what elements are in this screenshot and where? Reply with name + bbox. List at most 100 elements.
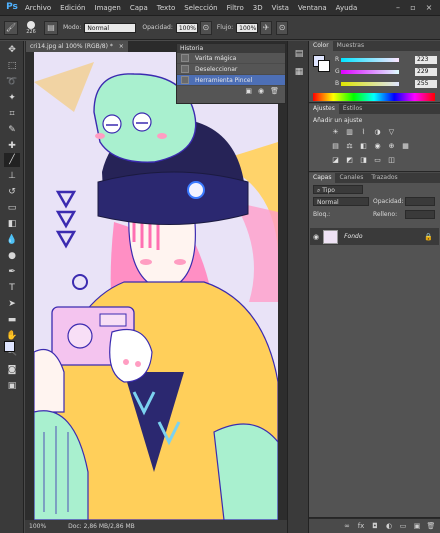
pressure-size-icon[interactable]: ⊙ [276,20,289,35]
dodge-tool-icon[interactable]: ● [4,249,20,263]
black-white-icon[interactable]: ◧ [359,142,368,150]
tab-capas[interactable]: Capas [309,173,336,183]
menu-edicion[interactable]: Edición [60,4,85,12]
layer-visibility-eye-icon[interactable]: ◉ [313,233,319,241]
menu-filtro[interactable]: Filtro [227,4,244,12]
layer-row-fondo[interactable]: ◉ Fondo 🔒 [310,228,439,245]
quick-mask-icon[interactable]: ◙ [4,363,20,377]
magic-wand-tool-icon[interactable]: ✦ [4,91,20,105]
menu-texto[interactable]: Texto [157,4,175,12]
flow-input[interactable]: 100% [236,22,259,33]
maximize-icon[interactable]: ▫ [407,2,419,13]
blue-slider[interactable]: B 255 [335,79,437,88]
menu-ventana[interactable]: Ventana [298,4,327,12]
document-tab[interactable]: cri14.jpg al 100% (RGB/8) * × [26,41,128,52]
color-balance-icon[interactable]: ⚖ [345,142,354,150]
layer-filter-select[interactable]: ⌕ Tipo [313,185,363,194]
screen-mode-icon[interactable]: ▣ [4,379,20,393]
menu-imagen[interactable]: Imagen [95,4,121,12]
brush-panel-toggle-icon[interactable]: ▤ [44,20,58,35]
opacity-input[interactable]: 100% [175,22,198,33]
selective-color-icon[interactable]: ◫ [387,156,396,164]
mode-select[interactable]: Normal [84,22,137,33]
pressure-opacity-icon[interactable]: ⊙ [199,20,212,35]
menu-capa[interactable]: Capa [130,4,148,12]
document-info[interactable]: Doc: 2,86 MB/2,86 MB [68,523,135,530]
new-document-from-state-icon[interactable]: ▣ [245,87,252,95]
crop-tool-icon[interactable]: ⌗ [4,107,20,121]
menu-archivo[interactable]: Archivo [25,4,51,12]
close-tab-icon[interactable]: × [119,43,124,50]
photo-filter-icon[interactable]: ◉ [373,142,382,150]
menu-3d[interactable]: 3D [253,4,263,12]
pen-tool-icon[interactable]: ✒ [4,265,20,279]
color-spectrum-ramp[interactable] [313,93,435,101]
layer-opacity-input[interactable] [405,197,435,206]
tab-muestras[interactable]: Muestras [333,41,368,51]
adjustment-layer-icon[interactable]: ◐ [384,522,394,531]
clone-stamp-tool-icon[interactable]: ⊥ [4,169,20,183]
menu-seleccion[interactable]: Selección [184,4,217,12]
new-layer-icon[interactable]: ▣ [412,522,422,531]
artwork-canvas[interactable] [34,52,278,520]
add-mask-icon[interactable]: ◘ [370,522,380,531]
history-item-selected[interactable]: Herramienta Pincel [177,75,285,86]
history-item[interactable]: Varita mágica [177,53,285,64]
blue-value[interactable]: 255 [415,79,437,88]
brush-size-picker[interactable]: 226 [22,19,40,37]
channel-mixer-icon[interactable]: ⊕ [387,142,396,150]
vibrance-icon[interactable]: ▽ [387,128,396,136]
delete-layer-icon[interactable]: 🗑 [426,522,436,531]
airbrush-icon[interactable]: ✈ [260,20,273,35]
tab-canales[interactable]: Canales [335,173,367,183]
color-lookup-icon[interactable]: ▦ [401,142,410,150]
delete-state-icon[interactable]: 🗑 [270,87,279,95]
eraser-tool-icon[interactable]: ▭ [4,201,20,215]
zoom-level[interactable]: 100% [29,523,46,530]
history-brush-tool-icon[interactable]: ↺ [4,185,20,199]
curves-icon[interactable]: ⌇ [359,128,368,136]
blur-tool-icon[interactable]: 💧 [4,233,20,247]
move-tool-icon[interactable]: ✥ [4,43,20,57]
red-slider[interactable]: R 223 [335,55,437,64]
link-layers-icon[interactable]: ∞ [342,522,352,531]
gradient-map-icon[interactable]: ▭ [373,156,382,164]
minimize-icon[interactable]: – [392,2,404,13]
background-color-chip[interactable] [318,60,330,72]
brightness-contrast-icon[interactable]: ☀ [331,128,340,136]
path-selection-tool-icon[interactable]: ➤ [4,297,20,311]
gradient-tool-icon[interactable]: ◧ [4,217,20,231]
shape-tool-icon[interactable]: ▬ [4,313,20,327]
red-value[interactable]: 223 [415,55,437,64]
green-slider[interactable]: G 229 [335,67,437,76]
menu-vista[interactable]: Vista [272,4,289,12]
foreground-color-swatch[interactable] [4,341,15,352]
tab-color[interactable]: Color [309,41,333,51]
invert-icon[interactable]: ◪ [331,156,340,164]
posterize-icon[interactable]: ◩ [345,156,354,164]
menu-ayuda[interactable]: Ayuda [336,4,358,12]
lasso-tool-icon[interactable]: ➰ [4,75,20,89]
history-item[interactable]: Deseleccionar [177,64,285,75]
eyedropper-tool-icon[interactable]: ✎ [4,123,20,137]
threshold-icon[interactable]: ◨ [359,156,368,164]
brush-tool-icon[interactable]: ╱ [4,153,20,167]
healing-brush-tool-icon[interactable]: ✚ [4,139,20,153]
layer-style-icon[interactable]: fx [356,522,366,531]
close-icon[interactable]: × [423,2,435,13]
hue-saturation-icon[interactable]: ▤ [331,142,340,150]
blend-mode-select[interactable]: Normal [313,197,369,206]
exposure-icon[interactable]: ◑ [373,128,382,136]
tab-trazados[interactable]: Trazados [367,173,401,183]
new-snapshot-icon[interactable]: ◉ [258,87,264,95]
tab-ajustes[interactable]: Ajustes [309,104,339,114]
properties-panel-icon[interactable]: ▦ [291,65,307,79]
type-tool-icon[interactable]: T [4,281,20,295]
marquee-tool-icon[interactable]: ⬚ [4,59,20,73]
levels-icon[interactable]: ▥ [345,128,354,136]
brush-tool-preset-icon[interactable]: 🖌 [4,20,18,35]
green-value[interactable]: 229 [415,67,437,76]
tab-estilos[interactable]: Estilos [339,104,366,114]
layer-fill-input[interactable] [405,210,435,219]
history-panel-icon[interactable]: ▤ [291,47,307,61]
